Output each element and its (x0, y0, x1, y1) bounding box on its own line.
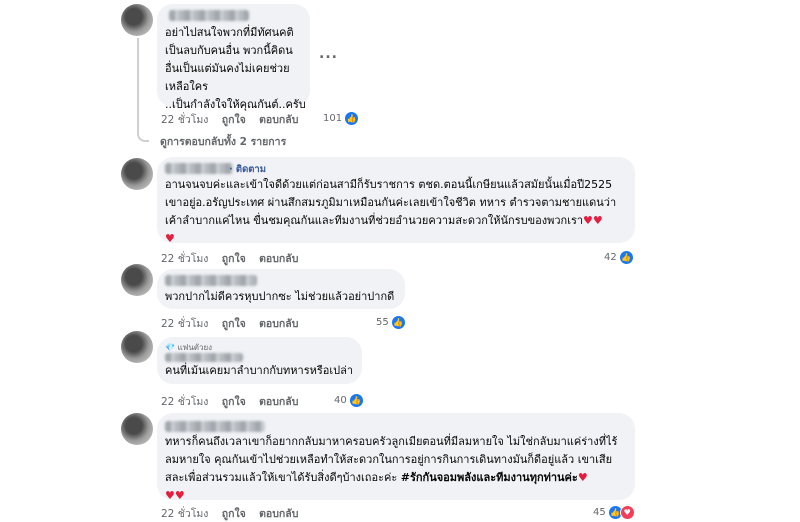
reaction-summary[interactable]: 55 👍 (376, 315, 406, 330)
reaction-count: 55 (376, 317, 389, 328)
like-button[interactable]: ถูกใจ (222, 508, 246, 520)
like-button[interactable]: ถูกใจ (222, 318, 246, 330)
comment-line-text: สละเพื่อส่วนรวมแล้วให้เขาได้รับสิ่งดีๆบ้… (165, 471, 401, 484)
reaction-count: 45 (593, 507, 606, 518)
reply-button[interactable]: ตอบกลับ (259, 318, 298, 330)
comment-line: ลมหายใจ คุณกันเข้าไปช่วยเหลือทำให้สะดวกใ… (165, 453, 613, 466)
comment-line: อานจนจบค่ะและเข้าใจดีด้วยแต่ก่อนสามีก็รั… (165, 178, 613, 191)
like-button[interactable]: ถูกใจ (222, 253, 246, 265)
comment-time[interactable]: 22 ชั่วโมง (161, 253, 208, 265)
avatar[interactable] (121, 4, 153, 36)
comment-text: ทหารก็คนถึงเวลาเขาก็อยากกลับมาหาครอบครัว… (165, 433, 617, 505)
heart-emoji: ♥ (165, 489, 175, 502)
comment-bubble: · ติดตาม อานจนจบค่ะและเข้าใจดีด้วยแต่ก่อ… (157, 157, 635, 245)
comment-bubble: อย่าไปสนใจพวกที่มีทัศนคติ เป็นลบกับคนอื่… (157, 4, 310, 111)
reply-button[interactable]: ตอบกลับ (259, 114, 298, 126)
more-options-icon[interactable]: ... (319, 46, 338, 62)
comment-line: สละเพื่อส่วนรวมแล้วให้เขาได้รับสิ่งดีๆบ้… (165, 469, 617, 487)
reaction-summary[interactable]: 42 👍 (604, 250, 634, 265)
thread-curve (137, 130, 149, 142)
comment-line-text: เค้าลำบากแค่ไหน ขื่นชมคุณกันและทีมงานที่… (165, 214, 584, 227)
heart-emoji: ♥ (165, 232, 175, 245)
comment-time[interactable]: 22 ชั่วโมง (161, 318, 208, 330)
commenter-name[interactable] (165, 353, 243, 362)
love-reaction-icon: ♥ (619, 505, 635, 520)
comment-time[interactable]: 22 ชั่วโมง (161, 508, 208, 520)
reaction-summary[interactable]: 45 👍 ♥ (593, 505, 635, 520)
reaction-summary[interactable]: 40 👍 (334, 393, 364, 408)
commenter-name[interactable] (165, 275, 257, 286)
reply-button[interactable]: ตอบกลับ (259, 396, 298, 408)
comment-line: คนที่เม้นเคยมาลำบากกับทหารหรือเปล่า (165, 364, 354, 377)
heart-emoji: ♥ (577, 471, 588, 484)
comment-actions: 22 ชั่วโมง ถูกใจ ตอบกลับ (161, 250, 308, 267)
like-button[interactable]: ถูกใจ (222, 114, 246, 126)
heart-emoji: ♥ (174, 489, 185, 502)
thread-line (137, 38, 139, 130)
avatar[interactable] (121, 264, 153, 296)
comment-time[interactable]: 22 ชั่วโมง (161, 114, 208, 126)
reaction-count: 40 (334, 395, 347, 406)
comment-line: อื่นเป็นแต่มันคงไม่เคยช่วย (165, 62, 290, 75)
reaction-summary[interactable]: 101 👍 (323, 111, 360, 126)
heart-emoji: ♥ (583, 214, 593, 227)
hashtag-link[interactable]: #รักกันจอมพลังและทีมงานทุกท่านค่ะ (401, 471, 578, 484)
comment-text: อานจนจบค่ะและเข้าใจดีด้วยแต่ก่อนสามีก็รั… (165, 176, 616, 248)
comment-actions: 22 ชั่วโมง ถูกใจ ตอบกลับ (161, 505, 308, 522)
comment-text: อย่าไปสนใจพวกที่มีทัศนคติ เป็นลบกับคนอื่… (165, 24, 306, 114)
avatar[interactable] (121, 331, 153, 363)
like-reaction-icon: 👍 (344, 111, 360, 126)
like-reaction-icon: 👍 (390, 315, 406, 330)
comment-actions: 22 ชั่วโมง ถูกใจ ตอบกลับ (161, 393, 308, 410)
comment-actions: 22 ชั่วโมง ถูกใจ ตอบกลับ (161, 315, 308, 332)
avatar[interactable] (121, 158, 153, 190)
comment-line: เหลือใคร (165, 80, 208, 93)
commenter-name[interactable] (165, 163, 233, 174)
reaction-count: 101 (323, 113, 343, 124)
comment-line: อย่าไปสนใจพวกที่มีทัศนคติ (165, 26, 294, 39)
comment-line: ทหารก็คนถึงเวลาเขาก็อยากกลับมาหาครอบครัว… (165, 435, 618, 448)
comment-line: พวกปากไม่ดีควรหุบปากซะ ไม่ช่วยแล้วอย่าปา… (165, 290, 395, 303)
view-replies-link[interactable]: ดูการตอบกลับทั้ง 2 รายการ (160, 133, 286, 150)
commenter-name[interactable] (165, 421, 265, 432)
comment-line: ♥ (165, 230, 616, 248)
comment-bubble: ทหารก็คนถึงเวลาเขาก็อยากกลับมาหาครอบครัว… (157, 413, 635, 502)
heart-emoji: ♥ (592, 214, 603, 227)
reply-button[interactable]: ตอบกลับ (259, 253, 298, 265)
like-reaction-icon: 👍 (348, 393, 364, 408)
comment-line: เขาอยู่อ.อรัญประเทศ ผ่านสึกสมรภูมิมาเหมื… (165, 196, 617, 209)
follow-button[interactable]: · ติดตาม (229, 162, 266, 177)
commenter-name[interactable] (169, 10, 249, 21)
reply-button[interactable]: ตอบกลับ (259, 508, 298, 520)
reaction-count: 42 (604, 252, 617, 263)
comment-actions: 22 ชั่วโมง ถูกใจ ตอบกลับ (161, 111, 308, 128)
comment-line: เค้าลำบากแค่ไหน ขื่นชมคุณกันและทีมงานที่… (165, 212, 616, 230)
comment-bubble: พวกปากไม่ดีควรหุบปากซะ ไม่ช่วยแล้วอย่าปา… (157, 269, 405, 309)
comment-line: ♥♥ (165, 487, 617, 505)
avatar[interactable] (121, 413, 153, 445)
comment-text: พวกปากไม่ดีควรหุบปากซะ ไม่ช่วยแล้วอย่าปา… (165, 288, 394, 306)
comment-time[interactable]: 22 ชั่วโมง (161, 396, 208, 408)
comment-line: เป็นลบกับคนอื่น พวกนี้คิดน (165, 44, 293, 57)
comment-text: คนที่เม้นเคยมาลำบากกับทหารหรือเปล่า (165, 362, 353, 380)
like-reaction-icon: 👍 (618, 250, 634, 265)
like-button[interactable]: ถูกใจ (222, 396, 246, 408)
comment-bubble: 💎 แฟนตัวยง คนที่เม้นเคยมาลำบากกับทหารหรื… (157, 337, 362, 384)
